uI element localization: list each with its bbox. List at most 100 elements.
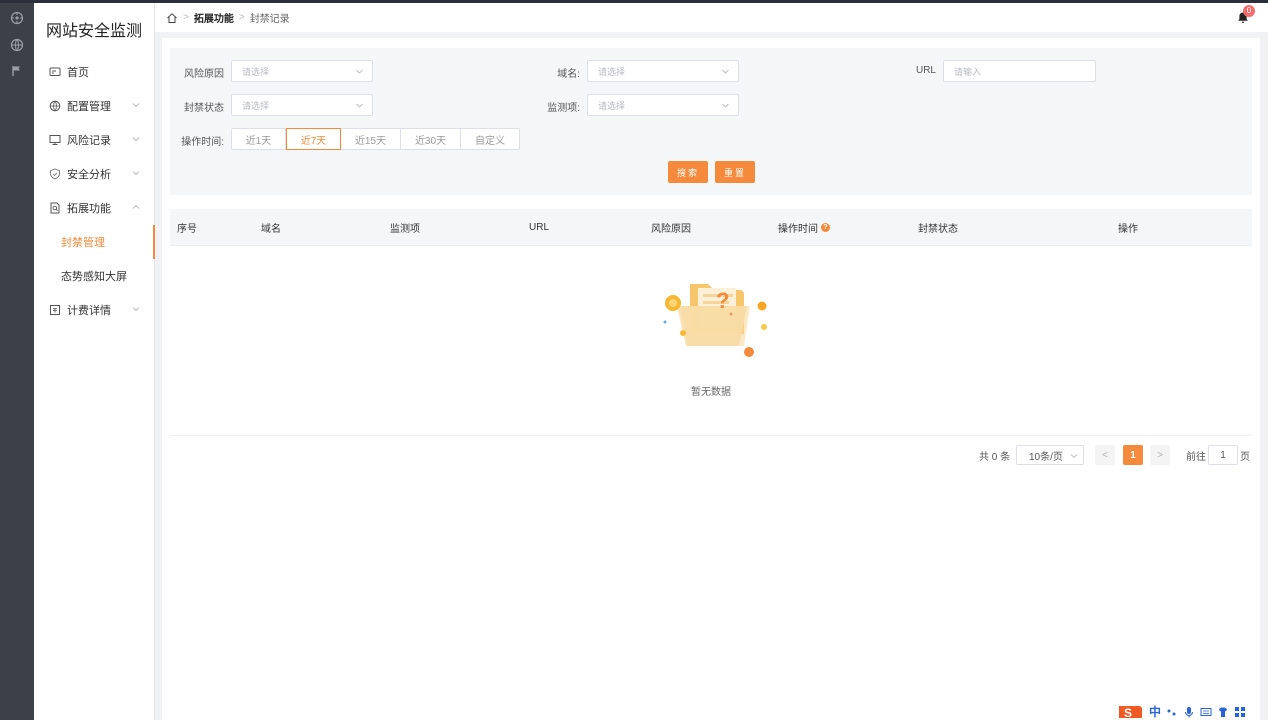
left-rail xyxy=(0,0,34,720)
column-header-block-status: 封禁状态 xyxy=(918,224,958,235)
chevron-up-icon xyxy=(132,204,140,209)
pagination-total: 共 0 条 xyxy=(979,451,1011,463)
notification-badge: 0 xyxy=(1243,5,1255,17)
help-icon[interactable]: ? xyxy=(821,223,830,232)
block-status-label: 封禁状态 xyxy=(184,103,224,114)
dashboard-icon[interactable] xyxy=(9,10,25,26)
svg-text:S: S xyxy=(1124,706,1132,720)
sidebar-item-label: 拓展功能 xyxy=(67,203,111,215)
globe-icon[interactable] xyxy=(9,37,25,53)
sidebar-item-risk[interactable]: 风险记录 xyxy=(34,123,154,157)
chevron-down-icon xyxy=(132,171,140,176)
search-button[interactable]: 搜索 xyxy=(668,161,708,183)
column-header-risk-reason: 风险原因 xyxy=(651,224,691,235)
brand-title: 网站安全监测 xyxy=(45,23,142,40)
page-size-select[interactable]: 10条/页 xyxy=(1016,445,1084,465)
page-unit-label: 页 xyxy=(1240,451,1250,463)
page-scrollbar[interactable] xyxy=(1262,38,1268,720)
breadcrumb-separator: > xyxy=(238,12,245,23)
domain-label: 域名: xyxy=(557,69,580,80)
column-header-action: 操作 xyxy=(1118,224,1138,235)
chevron-down-icon xyxy=(132,103,140,108)
chevron-down-icon xyxy=(722,69,729,74)
time-option-7day[interactable]: 近7天 xyxy=(286,128,341,150)
pagination: 共 0 条 10条/页 < 1 > 前往 1 页 xyxy=(162,445,1260,465)
ime-language-indicator[interactable]: 中 xyxy=(1149,703,1161,720)
chevron-down-icon xyxy=(132,307,140,312)
filter-panel: 风险原因 请选择 域名: 请选择 URL 请输入 封禁状态 请选择 监测项: 请… xyxy=(170,48,1252,195)
goto-label: 前往 xyxy=(1186,451,1206,463)
document-search-icon xyxy=(49,202,61,214)
monitor-item-label: 监测项: xyxy=(547,103,580,114)
sidebar-item-label: 风险记录 xyxy=(67,135,111,147)
goto-page-input[interactable]: 1 xyxy=(1208,445,1238,465)
sidebar-subitem-block-management[interactable]: 封禁管理 xyxy=(34,225,155,259)
time-option-30day[interactable]: 近30天 xyxy=(401,128,461,150)
chevron-down-icon xyxy=(356,69,363,74)
table-header: 序号 域名 监测项 URL 风险原因 操作时间 ? 封禁状态 操作 xyxy=(170,209,1252,246)
sidebar-item-billing[interactable]: 计费详情 xyxy=(34,293,154,327)
keyboard-icon[interactable] xyxy=(1200,706,1212,718)
reset-button[interactable]: 重置 xyxy=(715,161,755,183)
operation-time-label: 操作时间: xyxy=(181,137,224,148)
flag-icon[interactable] xyxy=(9,63,25,79)
time-option-1day[interactable]: 近1天 xyxy=(231,128,286,150)
sidebar-item-label: 首页 xyxy=(67,67,89,79)
column-header-domain: 域名 xyxy=(261,224,281,235)
top-strip xyxy=(0,0,1268,3)
column-header-operation-time: 操作时间 ? xyxy=(778,209,830,246)
main-panel: 风险原因 请选择 域名: 请选择 URL 请输入 封禁状态 请选择 监测项: 请… xyxy=(162,38,1260,720)
home-screen-icon xyxy=(49,66,61,78)
chevron-down-icon xyxy=(132,137,140,142)
sidebar-item-analysis[interactable]: 安全分析 xyxy=(34,157,154,191)
empty-folder-illustration: ? xyxy=(663,284,767,357)
chevron-down-icon xyxy=(1070,454,1078,459)
column-header-url: URL xyxy=(529,222,550,233)
header-bar: > 拓展功能 > 封禁记录 0 xyxy=(155,3,1268,32)
chevron-down-icon xyxy=(722,103,729,108)
next-page-button[interactable]: > xyxy=(1150,445,1170,465)
risk-reason-placeholder: 请选择 xyxy=(242,66,270,77)
sogou-logo-icon[interactable]: S xyxy=(1115,703,1145,720)
time-range-segment: 近1天 近7天 近15天 近30天 自定义 xyxy=(231,128,520,150)
time-option-custom[interactable]: 自定义 xyxy=(461,128,520,150)
url-input[interactable]: 请输入 xyxy=(943,60,1096,82)
sidebar-subitem-situation-screen[interactable]: 态势感知大屏 xyxy=(34,259,154,293)
risk-reason-label: 风险原因 xyxy=(184,69,224,80)
breadcrumb-level1[interactable]: 拓展功能 xyxy=(194,10,234,25)
monitor-item-placeholder: 请选择 xyxy=(598,100,626,111)
monitor-item-select[interactable]: 请选择 xyxy=(587,94,739,116)
domain-placeholder: 请选择 xyxy=(598,66,626,77)
breadcrumb: > 拓展功能 > 封禁记录 xyxy=(166,10,290,25)
url-placeholder: 请输入 xyxy=(954,66,982,77)
sidebar: 网站安全监测 首页 配置管理 风险记录 安全分析 拓展功能 封禁管理 态势感知大… xyxy=(34,3,155,720)
svg-text:?: ? xyxy=(716,288,729,313)
page-size-value: 10条/页 xyxy=(1029,451,1063,463)
domain-select[interactable]: 请选择 xyxy=(587,60,739,82)
sidebar-item-config[interactable]: 配置管理 xyxy=(34,89,154,123)
sidebar-item-extend[interactable]: 拓展功能 xyxy=(34,191,154,225)
table-empty-state: ? 暂无数据 xyxy=(170,246,1252,436)
notification-bell[interactable]: 0 xyxy=(1237,5,1255,25)
risk-reason-select[interactable]: 请选择 xyxy=(231,60,373,82)
skin-icon[interactable] xyxy=(1217,706,1229,718)
home-icon[interactable] xyxy=(166,12,178,24)
breadcrumb-separator: > xyxy=(183,12,189,23)
page-number-current[interactable]: 1 xyxy=(1123,445,1143,465)
chevron-down-icon xyxy=(356,103,363,108)
block-status-select[interactable]: 请选择 xyxy=(231,94,373,116)
sidebar-item-label: 安全分析 xyxy=(67,169,111,181)
microphone-icon[interactable] xyxy=(1183,706,1195,718)
time-option-15day[interactable]: 近15天 xyxy=(341,128,401,150)
column-header-index: 序号 xyxy=(177,224,197,235)
column-header-label: 操作时间 xyxy=(778,224,818,235)
breadcrumb-level2: 封禁记录 xyxy=(249,14,290,25)
url-label: URL xyxy=(915,65,936,76)
punctuation-icon[interactable] xyxy=(1166,706,1178,718)
ime-toolbar: S 中 xyxy=(1115,703,1268,720)
column-header-monitor-item: 监测项 xyxy=(390,224,420,235)
prev-page-button[interactable]: < xyxy=(1095,445,1115,465)
monitor-icon xyxy=(49,134,61,146)
toolbox-icon[interactable] xyxy=(1234,706,1246,718)
sidebar-item-home[interactable]: 首页 xyxy=(34,55,154,89)
